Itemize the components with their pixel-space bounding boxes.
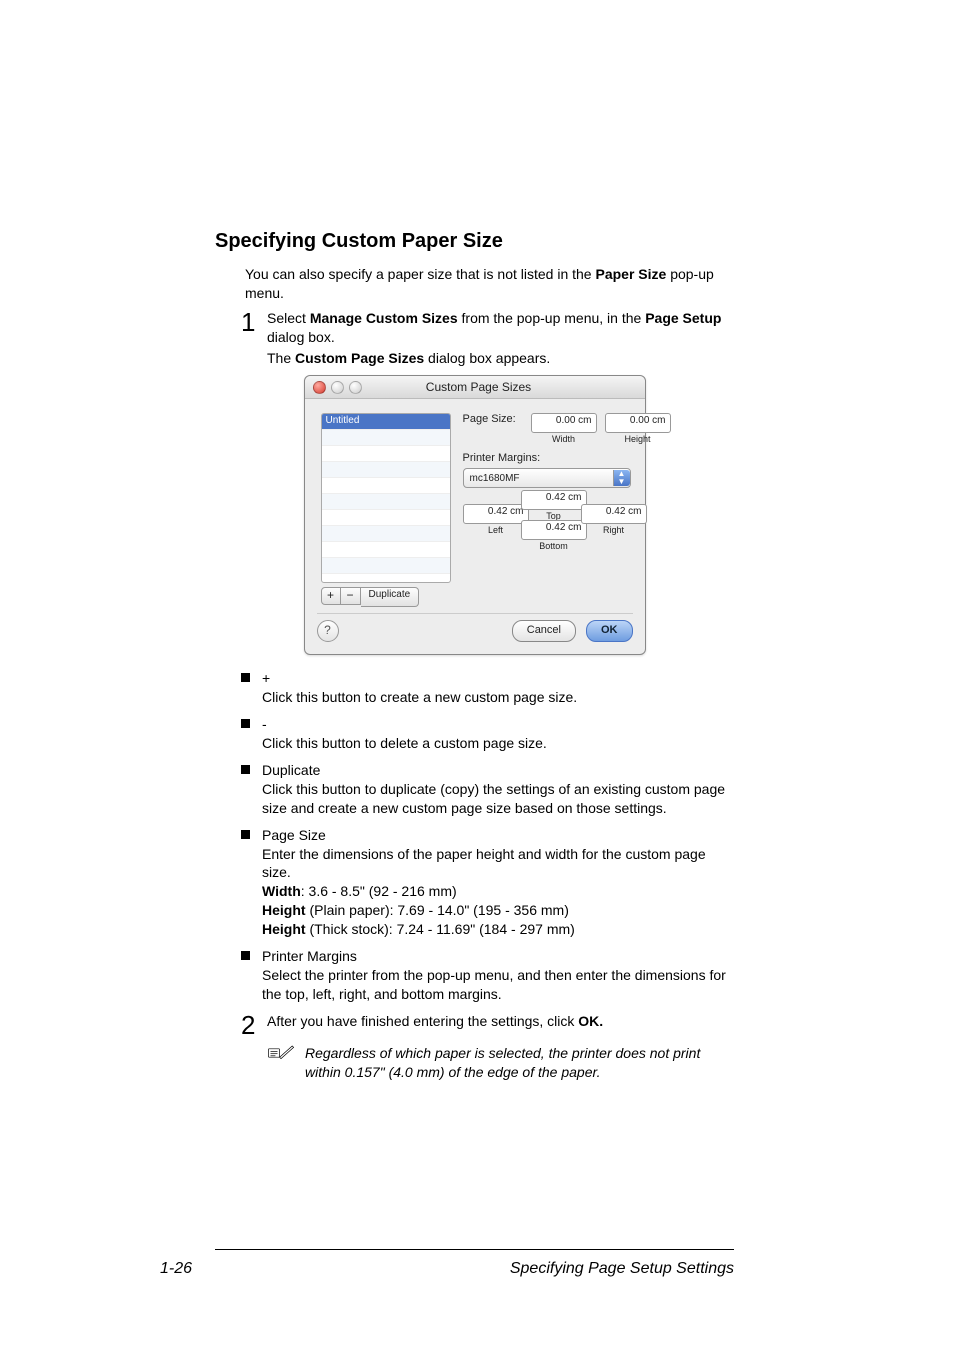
bullet-pagesize-term: Page Size [262, 826, 734, 845]
size-list[interactable]: Untitled [321, 413, 451, 583]
custom-page-sizes-dialog: Custom Page Sizes Untitled [304, 375, 646, 655]
margin-bottom-input[interactable]: 0.42 cm [521, 520, 587, 540]
size-list-row [322, 446, 450, 462]
step-2-body: After you have finished entering the set… [267, 1012, 734, 1038]
intro-strong: Paper Size [595, 266, 666, 282]
step-1-body: Select Manage Custom Sizes from the pop-… [267, 309, 734, 347]
size-list-row [322, 494, 450, 510]
step1-pre: Select [267, 310, 310, 326]
bullet-margins-term: Printer Margins [262, 947, 734, 966]
page-width-input[interactable]: 0.00 cm [531, 413, 597, 433]
step2-strong: OK. [578, 1013, 603, 1029]
bullet-duplicate: Duplicate Click this button to duplicate… [241, 761, 734, 818]
bullet-margins-desc: Select the printer from the pop-up menu,… [262, 967, 726, 1002]
step1-post: dialog box. [267, 329, 335, 345]
printer-margins-label: Printer Margins: [463, 452, 671, 464]
step-1: 1 Select Manage Custom Sizes from the po… [241, 309, 734, 347]
help-button[interactable]: ? [317, 620, 339, 642]
height-stock-label: Height [262, 921, 306, 937]
page-height-input[interactable]: 0.00 cm [605, 413, 671, 433]
size-list-row [322, 510, 450, 526]
step-2-number: 2 [241, 1012, 267, 1038]
page-size-label: Page Size: [463, 413, 523, 425]
margin-bottom-sublabel: Bottom [539, 541, 568, 551]
bullet-duplicate-desc: Click this button to duplicate (copy) th… [262, 781, 725, 816]
close-icon[interactable] [313, 381, 326, 394]
footer-rule [215, 1249, 734, 1250]
window-traffic-lights [305, 381, 373, 394]
size-list-row [322, 526, 450, 542]
duplicate-size-button[interactable]: Duplicate [361, 587, 420, 607]
bullet-minus-term: - [262, 715, 734, 734]
remove-size-button[interactable]: − [341, 587, 361, 605]
step-1-line2: The Custom Page Sizes dialog box appears… [267, 349, 734, 368]
size-list-row [322, 430, 450, 446]
section-heading: Specifying Custom Paper Size [215, 230, 734, 253]
height-stock-text: (Thick stock): 7.24 - 11.69" (184 - 297 … [306, 921, 575, 937]
dialog-titlebar: Custom Page Sizes [305, 376, 645, 399]
bullet-printer-margins: Printer Margins Select the printer from … [241, 947, 734, 1004]
bullet-minus-desc: Click this button to delete a custom pag… [262, 735, 547, 751]
bullet-icon [241, 951, 250, 960]
step1-line2-pre: The [267, 350, 295, 366]
cancel-button[interactable]: Cancel [512, 620, 576, 642]
printer-select-value: mc1680MF [470, 473, 520, 484]
ok-button[interactable]: OK [586, 620, 633, 642]
bullet-pagesize-desc: Enter the dimensions of the paper height… [262, 846, 706, 881]
height-plain-text: (Plain paper): 7.69 - 14.0" (195 - 356 m… [306, 902, 569, 918]
bullet-plus-term: + [262, 669, 734, 688]
add-size-button[interactable]: + [321, 587, 341, 605]
printer-select-popup[interactable]: mc1680MF ▲▼ [463, 468, 631, 488]
page-width-sublabel: Width [552, 434, 575, 444]
width-label: Width [262, 883, 301, 899]
step1-line2-strong: Custom Page Sizes [295, 350, 424, 366]
bullet-icon [241, 830, 250, 839]
intro-pre: You can also specify a paper size that i… [245, 266, 595, 282]
note-text: Regardless of which paper is selected, t… [305, 1044, 734, 1082]
step1-line2-post: dialog box appears. [424, 350, 550, 366]
step-1-number: 1 [241, 309, 267, 347]
margin-right-input[interactable]: 0.42 cm [581, 504, 647, 524]
note-pencil-icon [267, 1044, 295, 1082]
width-text: : 3.6 - 8.5" (92 - 216 mm) [301, 883, 457, 899]
size-list-row [322, 478, 450, 494]
margin-right-sublabel: Right [603, 525, 624, 535]
size-list-row [322, 558, 450, 574]
dialog-title: Custom Page Sizes [373, 380, 645, 394]
page-footer: 1-26 Specifying Page Setup Settings [160, 1260, 734, 1278]
chevron-up-down-icon: ▲▼ [613, 470, 630, 486]
size-list-row [322, 542, 450, 558]
page-height-sublabel: Height [624, 434, 650, 444]
step2-pre: After you have finished entering the set… [267, 1013, 578, 1029]
note: Regardless of which paper is selected, t… [267, 1044, 734, 1082]
bullet-duplicate-term: Duplicate [262, 761, 734, 780]
step-2: 2 After you have finished entering the s… [241, 1012, 734, 1038]
bullet-pagesize: Page Size Enter the dimensions of the pa… [241, 826, 734, 939]
size-list-row [322, 462, 450, 478]
bullet-minus: - Click this button to delete a custom p… [241, 715, 734, 753]
bullet-icon [241, 765, 250, 774]
page-number: 1-26 [160, 1260, 192, 1278]
bullet-plus-desc: Click this button to create a new custom… [262, 689, 577, 705]
size-list-item-selected[interactable]: Untitled [322, 414, 450, 430]
bullet-plus: + Click this button to create a new cust… [241, 669, 734, 707]
margin-left-sublabel: Left [488, 525, 503, 535]
bullet-icon [241, 719, 250, 728]
margin-left-input[interactable]: 0.42 cm [463, 504, 529, 524]
step1-mid: from the pop-up menu, in the [458, 310, 646, 326]
step1-strong1: Manage Custom Sizes [310, 310, 458, 326]
minimize-icon[interactable] [331, 381, 344, 394]
footer-title: Specifying Page Setup Settings [510, 1260, 734, 1278]
dialog-screenshot: Custom Page Sizes Untitled [215, 375, 734, 655]
margin-top-input[interactable]: 0.42 cm [521, 490, 587, 510]
zoom-icon[interactable] [349, 381, 362, 394]
intro-paragraph: You can also specify a paper size that i… [245, 265, 734, 303]
height-plain-label: Height [262, 902, 306, 918]
step1-strong2: Page Setup [645, 310, 721, 326]
bullet-icon [241, 673, 250, 682]
